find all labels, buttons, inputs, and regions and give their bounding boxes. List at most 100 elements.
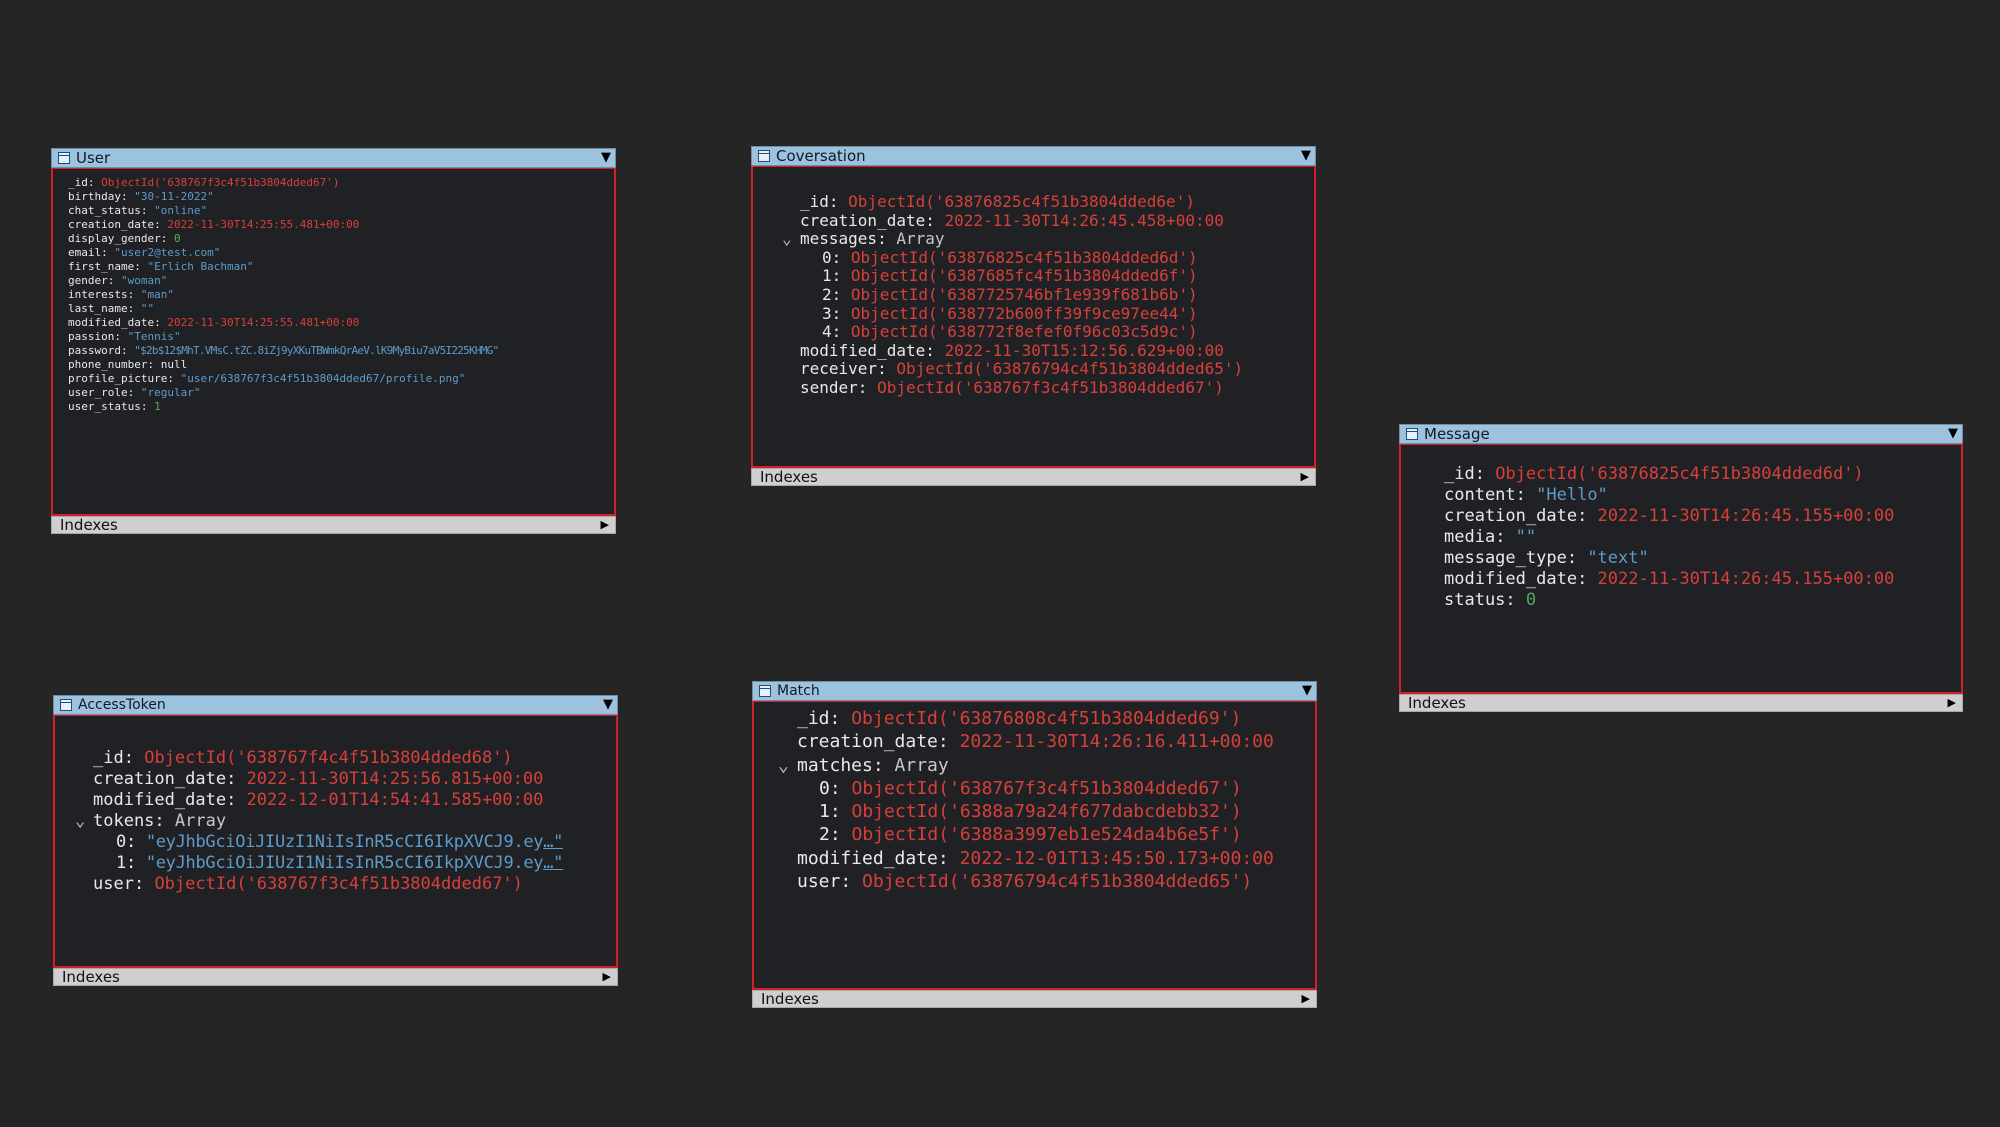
accesstoken-entity[interactable]: AccessToken ▼ _id: ObjectId('638767f4c4f… [53, 695, 618, 986]
table-icon [58, 152, 70, 164]
field-row: passion: "Tennis" [68, 330, 181, 343]
field-row: sender: ObjectId('638767f3c4f51b3804dded… [800, 377, 1224, 397]
message-title-bar[interactable]: Message ▼ [1399, 424, 1963, 444]
message-fields: _id: ObjectId('63876825c4f51b3804dded6d'… [1399, 444, 1963, 694]
expand-chevron-icon[interactable]: ⌄ [778, 754, 789, 777]
indexes-label: Indexes [761, 990, 819, 1008]
array-item: 0: ObjectId('63876825c4f51b3804dded6d') [822, 247, 1198, 267]
field-row: phone_number: null [68, 358, 188, 371]
array-item: 1: ObjectId('6387685fc4f51b3804dded6f') [822, 266, 1198, 286]
conversation-title-bar[interactable]: Coversation ▼ [751, 146, 1316, 166]
match-indexes-bar[interactable]: Indexes ▶ [752, 990, 1317, 1008]
match-fields: _id: ObjectId('63876808c4f51b3804dded69'… [752, 701, 1317, 990]
field-row: _id: ObjectId('638767f3c4f51b3804dded67'… [68, 176, 340, 189]
field-row: _id: ObjectId('63876825c4f51b3804dded6d'… [1444, 464, 1864, 484]
field-row: user: ObjectId('638767f3c4f51b3804dded67… [93, 874, 523, 894]
expand-arrow-icon[interactable]: ▶ [603, 969, 611, 985]
collapse-arrow-icon[interactable]: ▼ [1948, 425, 1958, 443]
field-row: modified_date: 2022-12-01T13:45:50.173+0… [797, 847, 1274, 869]
array-row[interactable]: ⌄ matches: Array [778, 754, 1315, 777]
array-row[interactable]: ⌄ messages: Array [782, 229, 1314, 249]
field-row: _id: ObjectId('63876825c4f51b3804dded6e'… [800, 192, 1195, 211]
accesstoken-fields: _id: ObjectId('638767f4c4f51b3804dded68'… [53, 715, 618, 968]
field-row: first_name: "Erlich Bachman" [68, 260, 254, 273]
field-row: content: "Hello" [1444, 485, 1608, 505]
field-row: email: "user2@test.com" [68, 246, 221, 259]
indexes-label: Indexes [760, 468, 818, 486]
expand-arrow-icon[interactable]: ▶ [601, 517, 609, 533]
field-row: profile_picture: "user/638767f3c4f51b380… [68, 372, 466, 385]
conversation-fields: _id: ObjectId('63876825c4f51b3804dded6e'… [751, 166, 1316, 468]
array-item: 4: ObjectId('638772f8efef0f96c03c5d9c') [822, 322, 1198, 342]
collapse-arrow-icon[interactable]: ▼ [1301, 147, 1311, 165]
collapse-arrow-icon[interactable]: ▼ [1302, 682, 1312, 700]
field-row: creation_date: 2022-11-30T14:26:45.155+0… [1444, 506, 1895, 526]
array-item: 2: ObjectId('6388a3997eb1e524da4b6e5f') [819, 824, 1242, 846]
field-row: creation_date: 2022-11-30T14:26:16.411+0… [797, 731, 1274, 753]
user-entity[interactable]: User ▼ _id: ObjectId('638767f3c4f51b3804… [51, 148, 616, 534]
array-item: 1: ObjectId('6388a79a24f677dabcdebb32') [819, 801, 1242, 823]
expand-arrow-icon[interactable]: ▶ [1302, 991, 1310, 1007]
array-item: 2: ObjectId('6387725746bf1e939f681b6b') [822, 284, 1198, 304]
collapse-arrow-icon[interactable]: ▼ [603, 696, 613, 714]
expand-chevron-icon[interactable]: ⌄ [782, 230, 792, 249]
indexes-label: Indexes [62, 968, 120, 986]
field-row: password: "$2b$12$MhT.VMsC.tZC.8iZj9yXKu… [68, 344, 499, 357]
conversation-title: Coversation [776, 147, 866, 165]
collapse-arrow-icon[interactable]: ▼ [601, 149, 611, 167]
expand-chevron-icon[interactable]: ⌄ [75, 811, 85, 832]
user-title-bar[interactable]: User ▼ [51, 148, 616, 168]
field-row: _id: ObjectId('63876808c4f51b3804dded69'… [797, 708, 1242, 729]
conversation-indexes-bar[interactable]: Indexes ▶ [751, 468, 1316, 486]
match-entity[interactable]: Match ▼ _id: ObjectId('63876808c4f51b380… [752, 681, 1317, 1008]
conversation-entity[interactable]: Coversation ▼ _id: ObjectId('63876825c4f… [751, 146, 1316, 486]
field-row: modified_date: 2022-12-01T14:54:41.585+0… [93, 790, 544, 810]
field-row: creation_date: 2022-11-30T14:25:56.815+0… [93, 769, 544, 789]
field-row: _id: ObjectId('638767f4c4f51b3804dded68'… [93, 748, 513, 768]
message-entity[interactable]: Message ▼ _id: ObjectId('63876825c4f51b3… [1399, 424, 1963, 712]
table-icon [758, 150, 770, 162]
field-row: user: ObjectId('63876794c4f51b3804dded65… [797, 871, 1253, 893]
field-row: modified_date: 2022-11-30T14:25:55.481+0… [68, 316, 360, 329]
indexes-label: Indexes [1408, 694, 1466, 712]
field-row: interests: "man" [68, 288, 174, 301]
array-row[interactable]: ⌄ tokens: Array [75, 811, 616, 832]
message-title: Message [1424, 425, 1490, 443]
accesstoken-indexes-bar[interactable]: Indexes ▶ [53, 968, 618, 986]
match-title: Match [777, 683, 820, 699]
field-row: user_role: "regular" [68, 386, 201, 399]
array-item: 0: ObjectId('638767f3c4f51b3804dded67') [819, 777, 1242, 799]
array-item: 0: "eyJhbGciOiJIUzI1NiIsInR5cCI6IkpXVCJ9… [116, 832, 564, 852]
truncation-marker[interactable]: …" [543, 853, 563, 873]
array-item: 3: ObjectId('638772b600ff39f9ce97ee44') [822, 303, 1198, 323]
field-row: creation_date: 2022-11-30T14:26:45.458+0… [800, 210, 1224, 230]
field-row: creation_date: 2022-11-30T14:25:55.481+0… [68, 218, 360, 231]
field-row: media: "" [1444, 527, 1537, 547]
field-row: birthday: "30-11-2022" [68, 190, 214, 203]
field-row: gender: "woman" [68, 274, 168, 287]
indexes-label: Indexes [60, 516, 118, 534]
match-title-bar[interactable]: Match ▼ [752, 681, 1317, 701]
expand-arrow-icon[interactable]: ▶ [1301, 469, 1309, 485]
field-row: user_status: 1 [68, 400, 161, 413]
field-row: display_gender: 0 [68, 232, 181, 245]
field-row: modified_date: 2022-11-30T14:26:45.155+0… [1444, 569, 1895, 589]
field-row: modified_date: 2022-11-30T15:12:56.629+0… [800, 340, 1224, 360]
user-title: User [76, 149, 111, 167]
field-row: last_name: "" [68, 302, 155, 315]
message-indexes-bar[interactable]: Indexes ▶ [1399, 694, 1963, 712]
field-row: chat_status: "online" [68, 204, 208, 217]
accesstoken-title-bar[interactable]: AccessToken ▼ [53, 695, 618, 715]
table-icon [1406, 428, 1418, 440]
table-icon [759, 685, 771, 697]
expand-arrow-icon[interactable]: ▶ [1948, 695, 1956, 711]
user-fields: _id: ObjectId('638767f3c4f51b3804dded67'… [51, 168, 616, 516]
array-item: 1: "eyJhbGciOiJIUzI1NiIsInR5cCI6IkpXVCJ9… [116, 853, 564, 873]
field-row: message_type: "text" [1444, 548, 1649, 568]
field-row: receiver: ObjectId('63876794c4f51b3804dd… [800, 359, 1244, 379]
user-indexes-bar[interactable]: Indexes ▶ [51, 516, 616, 534]
accesstoken-title: AccessToken [78, 697, 166, 713]
field-row: status: 0 [1444, 590, 1537, 610]
table-icon [60, 699, 72, 711]
truncation-marker[interactable]: …" [543, 832, 563, 852]
